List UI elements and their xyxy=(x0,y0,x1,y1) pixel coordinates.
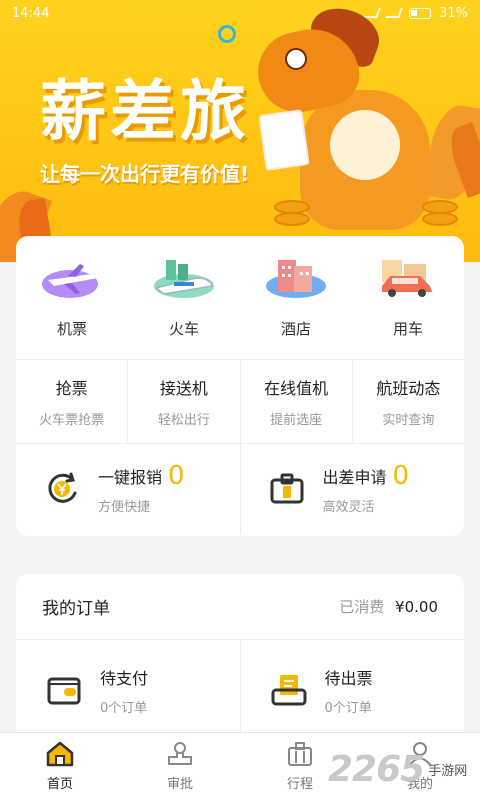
feature-subtitle: 火车票抢票 xyxy=(39,413,105,428)
order-status-row: 待支付 0个订单 待出票 0个订单 xyxy=(16,640,464,740)
orders-header[interactable]: 我的订单 已消费 ¥0.00 xyxy=(16,574,464,640)
services-card: 机票 火车 酒店 用车 抢票 火车票抢票 接送机 轻松出行 在线值机 提前选座 … xyxy=(16,236,464,536)
nav-approval[interactable]: 审批 xyxy=(120,733,240,800)
home-icon xyxy=(45,741,75,767)
feature-title: 接送机 xyxy=(159,379,208,398)
hotel-icon xyxy=(264,256,328,300)
service-label: 机票 xyxy=(56,320,87,338)
nav-home[interactable]: 首页 xyxy=(0,733,120,800)
quick-actions: 一键报销 0 方便快捷 出差申请 0 高效灵活 xyxy=(16,444,464,534)
status-bar: 14:44 31% xyxy=(0,0,480,26)
yen-refresh-icon xyxy=(42,469,82,509)
signal-icon-2 xyxy=(385,8,403,18)
airplane-icon xyxy=(40,256,104,300)
feature-airport-transfer[interactable]: 接送机 轻松出行 xyxy=(128,360,241,443)
orders-card: 我的订单 已消费 ¥0.00 待支付 0个订单 待出票 0个订单 xyxy=(16,574,464,744)
order-count: 0个订单 xyxy=(324,700,372,716)
coin-icon xyxy=(274,212,310,226)
service-hotel[interactable]: 酒店 xyxy=(240,236,352,359)
quick-subtitle: 方便快捷 xyxy=(98,499,151,515)
status-time: 14:44 xyxy=(12,5,50,21)
service-label: 酒店 xyxy=(280,320,311,338)
approval-stamp-icon xyxy=(165,741,195,767)
service-train[interactable]: 火车 xyxy=(128,236,240,359)
watermark-number: 2265 xyxy=(328,748,425,790)
battery-percent: 31% xyxy=(439,5,468,21)
quick-subtitle: 高效灵活 xyxy=(322,499,375,515)
phone-illustration xyxy=(258,109,310,171)
service-car[interactable]: 用车 xyxy=(352,236,464,359)
briefcase-icon xyxy=(267,469,307,509)
feature-flight-status[interactable]: 航班动态 实时查询 xyxy=(353,360,464,443)
order-pending-ticket[interactable]: 待出票 0个订单 xyxy=(241,640,465,740)
mascot-belly xyxy=(330,110,400,180)
quick-title: 一键报销 0 xyxy=(98,460,185,491)
train-icon xyxy=(152,256,216,300)
site-watermark: 2265 手游网 xyxy=(328,740,478,798)
nav-label: 首页 xyxy=(46,777,73,792)
quick-reimburse[interactable]: 一键报销 0 方便快捷 xyxy=(16,444,241,534)
order-title: 待出票 xyxy=(324,668,373,688)
banner-title: 薪差旅 xyxy=(40,72,250,150)
banner-subtitle: 让每一次出行更有价值! xyxy=(40,162,250,186)
feature-subtitle: 提前选座 xyxy=(270,413,323,428)
feature-online-checkin[interactable]: 在线值机 提前选座 xyxy=(241,360,353,443)
decor-ring xyxy=(218,25,236,43)
ticket-printer-icon xyxy=(269,670,309,710)
feature-subtitle: 轻松出行 xyxy=(157,413,210,428)
coin-icon xyxy=(422,212,458,226)
itinerary-bag-icon xyxy=(285,741,315,767)
battery-icon xyxy=(409,7,432,19)
feature-title: 抢票 xyxy=(55,379,88,398)
service-grid: 机票 火车 酒店 用车 xyxy=(16,236,464,360)
quick-title-text: 一键报销 xyxy=(98,467,163,487)
service-label: 火车 xyxy=(168,320,199,338)
watermark-site: 手游网 xyxy=(428,763,468,779)
quick-title-text: 出差申请 xyxy=(322,467,387,487)
spent-label: 已消费 xyxy=(339,598,385,616)
reimburse-count: 0 xyxy=(168,460,185,491)
orders-spent: 已消费 ¥0.00 xyxy=(339,596,438,617)
promo-banner[interactable]: 14:44 31% 薪差旅 让每一次出行更有价值! xyxy=(0,0,480,262)
quick-travel-request[interactable]: 出差申请 0 高效灵活 xyxy=(241,444,465,534)
service-label: 用车 xyxy=(392,320,423,338)
nav-label: 审批 xyxy=(166,777,193,792)
service-flight[interactable]: 机票 xyxy=(16,236,128,359)
quick-title: 出差申请 0 xyxy=(322,460,410,491)
feature-subtitle: 实时查询 xyxy=(382,413,435,428)
feature-title: 在线值机 xyxy=(264,379,329,398)
feature-title: 航班动态 xyxy=(376,379,441,398)
request-count: 0 xyxy=(392,460,410,491)
mascot-eye xyxy=(285,48,307,70)
spent-value: ¥0.00 xyxy=(395,598,438,616)
order-title: 待支付 xyxy=(100,668,149,688)
wallet-icon xyxy=(44,670,84,710)
orders-title: 我的订单 xyxy=(42,599,110,619)
car-icon xyxy=(376,256,440,300)
signal-icon xyxy=(363,8,381,18)
status-indicators: 31% xyxy=(363,5,468,21)
feature-grid: 抢票 火车票抢票 接送机 轻松出行 在线值机 提前选座 航班动态 实时查询 xyxy=(16,360,464,444)
feature-grab-ticket[interactable]: 抢票 火车票抢票 xyxy=(16,360,129,443)
order-count: 0个订单 xyxy=(100,700,148,716)
order-pending-payment[interactable]: 待支付 0个订单 xyxy=(16,640,241,740)
nav-label: 行程 xyxy=(286,777,313,792)
